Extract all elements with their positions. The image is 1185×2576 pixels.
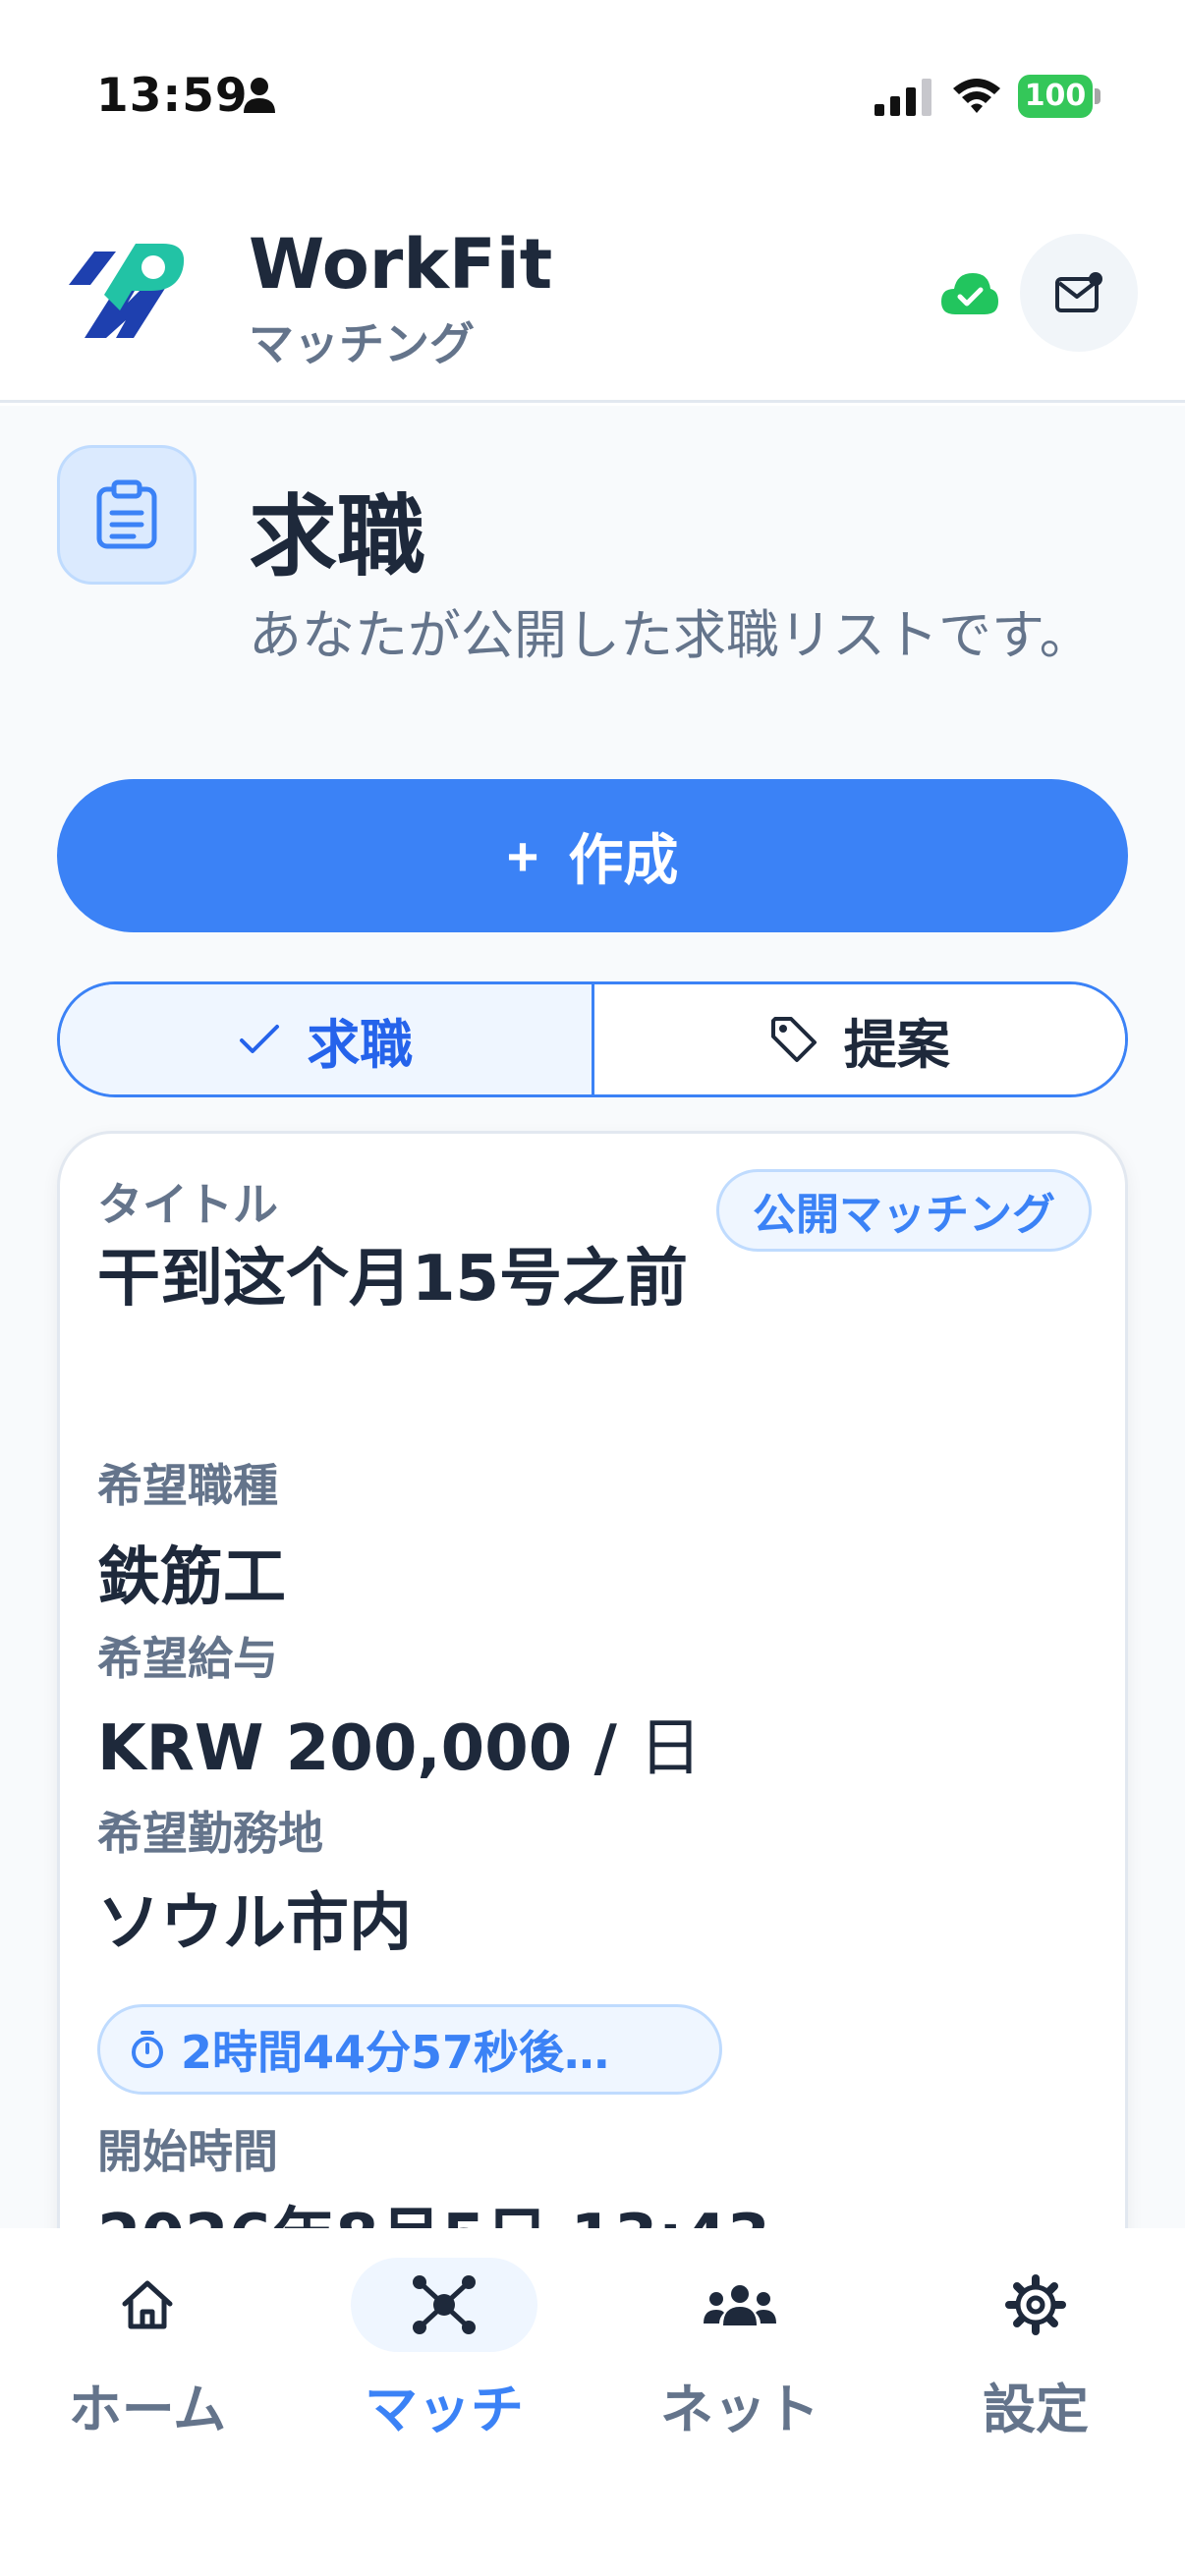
page-title: 求職 [249, 485, 425, 588]
status-badge: 公開マッチング [716, 1169, 1092, 1252]
job-value: 鉄筋工 [97, 1541, 286, 1614]
tab-label: 提案 [843, 1013, 950, 1076]
salary-value: KRW 200,000 / 日 [97, 1698, 702, 1788]
tab-label: 求職 [307, 1013, 414, 1076]
bottom-nav: ホーム マッチ ネット 設定 [0, 2228, 1185, 2576]
app-subtitle: マッチング [249, 317, 475, 370]
status-bar: 13:59 100 [0, 0, 1185, 196]
title-label: タイトル [97, 1178, 278, 1231]
job-card[interactable]: 公開マッチング タイトル 干到这个月15号之前 希望職種 鉄筋工 希望給与 KR… [57, 1131, 1128, 2228]
salary-unit: 日 [639, 1712, 703, 1785]
start-value: 2026年8月5日 13:43 [97, 2187, 770, 2228]
wifi-icon [953, 79, 1000, 113]
nav-icon-container [351, 2258, 537, 2352]
app-title: WorkFit [249, 224, 553, 305]
job-label: 希望職種 [97, 1459, 278, 1512]
content-area: 求職 あなたが公開した求職リストです。 + 作成 求職 提案 公開マッチング タ… [0, 406, 1185, 2228]
clipboard-icon [96, 479, 157, 549]
create-button-label: 作成 [568, 828, 679, 891]
tab-proposals[interactable]: 提案 [593, 984, 1125, 1094]
status-time: 13:59 [96, 69, 249, 123]
plus-icon: + [506, 824, 539, 887]
nav-icon-container [942, 2258, 1129, 2352]
create-button[interactable]: + 作成 [57, 779, 1128, 932]
nav-icon-container [647, 2258, 833, 2352]
nav-label: ホーム [68, 2379, 227, 2440]
location-value: ソウル市内 [97, 1887, 412, 1960]
countdown-text: 2時間44分57秒後… [181, 2026, 610, 2079]
home-icon [122, 2280, 173, 2329]
nav-home[interactable]: ホーム [29, 2258, 265, 2454]
start-label: 開始時間 [97, 2125, 278, 2178]
person-icon [244, 78, 275, 113]
location-label: 希望勤務地 [97, 1807, 323, 1860]
salary-label: 希望給与 [97, 1632, 278, 1685]
page-icon-badge [57, 445, 197, 585]
page-description: あなたが公開した求職リストです。 [249, 604, 1093, 666]
battery-cap [1095, 88, 1100, 104]
mail-icon [1055, 272, 1102, 312]
check-icon [240, 1025, 280, 1053]
workfit-logo [69, 244, 185, 338]
battery-indicator: 100 [1018, 75, 1100, 118]
nav-label: マッチ [365, 2379, 524, 2440]
cloud-synced-icon [941, 273, 998, 314]
countdown-chip: 2時間44分57秒後… [97, 2004, 722, 2095]
inbox-button[interactable] [1020, 234, 1138, 352]
nav-network[interactable]: ネット [622, 2258, 858, 2454]
gear-icon [1005, 2274, 1066, 2335]
nav-label: ネット [660, 2379, 819, 2440]
nav-icon-container [54, 2258, 241, 2352]
app-screen: 13:59 100 WorkFit マッチング 求職 あなたが公開した求職リスト… [0, 0, 1185, 2576]
salary-amount: KRW 200,000 / [97, 1712, 617, 1785]
stopwatch-icon [132, 2031, 163, 2068]
nav-label: 設定 [983, 2379, 1089, 2440]
segment-tabs: 求職 提案 [57, 981, 1128, 1097]
tag-icon [770, 1017, 817, 1062]
nav-match[interactable]: マッチ [326, 2258, 562, 2454]
title-value: 干到这个月15号之前 [97, 1243, 689, 1316]
battery-level: 100 [1018, 75, 1093, 118]
nav-settings[interactable]: 設定 [918, 2258, 1154, 2454]
match-network-icon [413, 2275, 476, 2334]
tab-job-seeking[interactable]: 求職 [60, 984, 594, 1094]
signal-icon [875, 79, 931, 116]
people-icon [704, 2285, 776, 2325]
